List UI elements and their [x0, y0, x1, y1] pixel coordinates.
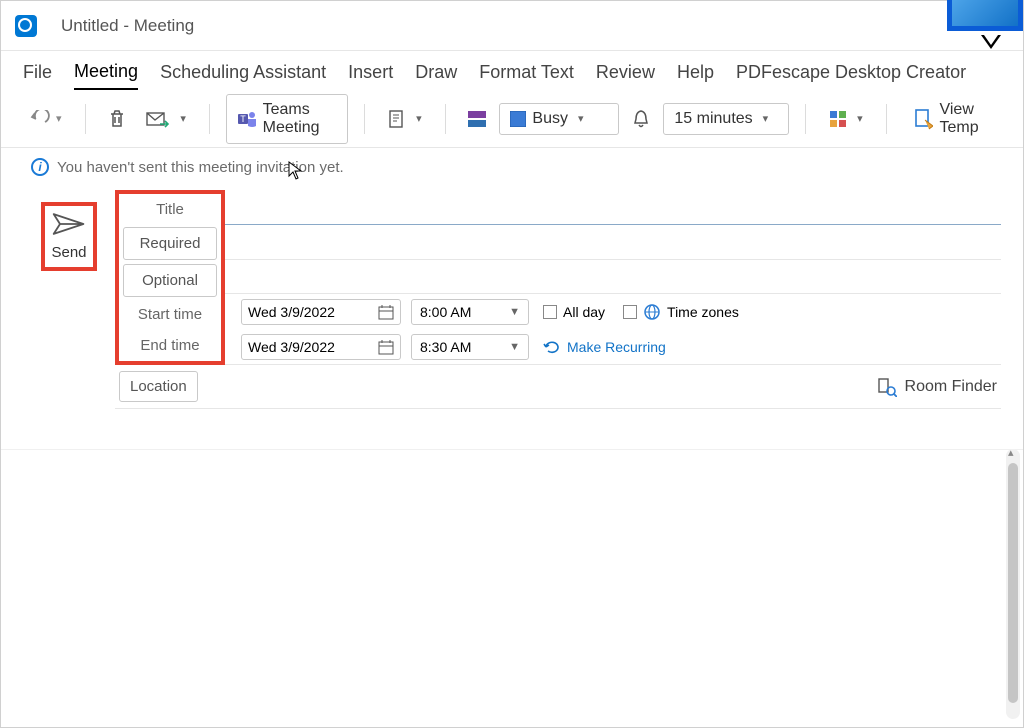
reminder-label: 15 minutes	[674, 110, 752, 128]
info-bar: i You haven't sent this meeting invitati…	[1, 148, 1023, 186]
label-end-time: End time	[119, 330, 221, 361]
show-as-dropdown[interactable]: Busy	[499, 103, 619, 135]
categorize-button[interactable]	[822, 105, 870, 133]
info-icon: i	[31, 158, 49, 176]
send-label: Send	[51, 244, 86, 261]
menu-bar: File Meeting Scheduling Assistant Insert…	[1, 51, 1023, 90]
labels-annotation-box: Title Required Optional Start time End t…	[115, 190, 225, 365]
teams-icon: T	[237, 109, 257, 129]
all-day-checkbox[interactable]: All day	[543, 304, 605, 320]
calendar-icon	[378, 304, 394, 320]
start-date-picker[interactable]: Wed 3/9/2022	[241, 299, 401, 325]
ribbon: ▾ T Teams Meeting	[1, 90, 1023, 148]
categories-icon	[829, 110, 847, 128]
reminder-dropdown[interactable]: 15 minutes	[663, 103, 789, 135]
start-time-value: 8:00 AM	[420, 304, 471, 320]
menu-scheduling[interactable]: Scheduling Assistant	[160, 62, 326, 89]
meeting-notes-button[interactable]	[381, 104, 429, 134]
all-day-label: All day	[563, 304, 605, 320]
reminder-bell-button[interactable]	[625, 104, 657, 134]
checkbox-icon	[623, 305, 637, 319]
svg-text:T: T	[240, 114, 246, 124]
menu-file[interactable]: File	[23, 62, 52, 89]
recurrence-icon	[543, 339, 561, 355]
make-recurring-label: Make Recurring	[567, 339, 666, 355]
required-button[interactable]: Required	[123, 227, 217, 260]
menu-meeting[interactable]: Meeting	[74, 61, 138, 90]
send-icon	[51, 210, 87, 238]
room-finder-label: Room Finder	[905, 378, 997, 396]
view-templates-label: View Temp	[939, 101, 990, 137]
outlook-icon	[15, 15, 37, 37]
undo-icon	[30, 110, 50, 128]
location-row: Location Room Finder	[115, 365, 1001, 409]
envelope-arrow-icon	[146, 110, 170, 128]
start-date-value: Wed 3/9/2022	[248, 304, 335, 320]
location-button[interactable]: Location	[119, 371, 198, 402]
menu-help[interactable]: Help	[677, 62, 714, 89]
template-icon	[913, 108, 933, 130]
teams-meeting-label: Teams Meeting	[263, 101, 338, 137]
globe-icon	[643, 303, 661, 321]
end-date-picker[interactable]: Wed 3/9/2022	[241, 334, 401, 360]
showas-swatch-icon	[468, 111, 486, 127]
optional-field[interactable]	[225, 260, 1001, 295]
show-as-color-button[interactable]	[461, 106, 493, 132]
menu-review[interactable]: Review	[596, 62, 655, 89]
delete-button[interactable]	[101, 104, 133, 134]
menu-pdfescape[interactable]: PDFescape Desktop Creator	[736, 62, 966, 89]
end-date-value: Wed 3/9/2022	[248, 339, 335, 355]
start-time-picker[interactable]: 8:00 AM ▼	[411, 299, 529, 325]
required-field[interactable]	[225, 225, 1001, 260]
undo-button[interactable]: ▾	[23, 105, 69, 133]
time-zones-label: Time zones	[667, 304, 739, 320]
forward-button[interactable]	[139, 105, 193, 133]
checkbox-icon	[543, 305, 557, 319]
make-recurring-link[interactable]: Make Recurring	[543, 339, 666, 355]
label-start-time: Start time	[119, 299, 221, 330]
start-time-row: Wed 3/9/2022 8:00 AM ▼ All day Time zone…	[225, 294, 1001, 329]
time-zones-checkbox[interactable]: Time zones	[623, 303, 739, 321]
optional-button[interactable]: Optional	[123, 264, 217, 297]
calendar-icon	[378, 339, 394, 355]
send-button[interactable]: Send	[41, 202, 97, 271]
scroll-thumb[interactable]	[1008, 463, 1018, 703]
vertical-scrollbar[interactable]	[1006, 449, 1020, 719]
trash-icon	[108, 109, 126, 129]
menu-format[interactable]: Format Text	[479, 62, 574, 89]
title-bar: Untitled - Meeting	[1, 1, 1023, 51]
busy-swatch-icon	[510, 111, 526, 127]
bell-icon	[632, 109, 650, 129]
notes-icon	[388, 109, 406, 129]
menu-insert[interactable]: Insert	[348, 62, 393, 89]
window-title: Untitled - Meeting	[61, 16, 194, 36]
room-finder-icon	[877, 377, 897, 397]
teams-meeting-button[interactable]: T Teams Meeting	[226, 94, 349, 144]
message-body[interactable]	[1, 449, 1023, 727]
show-as-label: Busy	[532, 110, 568, 128]
end-time-row: Wed 3/9/2022 8:30 AM ▼ Make Recurring	[225, 329, 1001, 365]
end-time-value: 8:30 AM	[420, 339, 471, 355]
label-title: Title	[119, 194, 221, 225]
info-text: You haven't sent this meeting invitation…	[57, 159, 344, 176]
room-finder-button[interactable]: Room Finder	[877, 377, 997, 397]
title-field[interactable]	[225, 190, 1001, 225]
end-time-picker[interactable]: 8:30 AM ▼	[411, 334, 529, 360]
view-templates-button[interactable]: View Temp	[902, 94, 1001, 144]
meeting-form: Send Title Required Optional Start time …	[1, 186, 1023, 413]
menu-draw[interactable]: Draw	[415, 62, 457, 89]
